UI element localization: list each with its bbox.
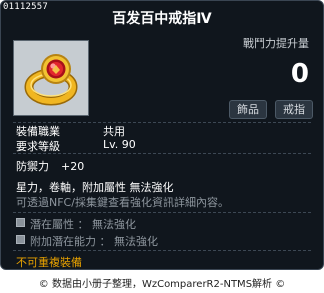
- potential-square-icon: [16, 235, 25, 244]
- divider: [13, 153, 311, 154]
- divider: [13, 212, 311, 213]
- footer-credit: © 数据由小册子整理，WzComparerR2-NTMS解析 ©: [38, 279, 286, 290]
- job-label: 裝備職業: [16, 125, 60, 138]
- gold-ring-red-gem-icon: [24, 54, 78, 106]
- item-tooltip: 01112557 百发百中戒指Ⅳ 戰鬥力提升量 0 飾品 戒指 裝備職業 共用 …: [0, 0, 324, 270]
- combat-power-label: 戰鬥力提升量: [243, 37, 309, 50]
- tag-accessory: 飾品: [229, 100, 267, 119]
- potential-text: 潛在屬性 ： 無法強化: [30, 218, 136, 231]
- defense-stat: 防禦力 +20: [16, 158, 84, 174]
- additional-potential-text: 附加潛在能力 ： 無法強化: [30, 235, 158, 248]
- item-icon-frame: [13, 40, 89, 116]
- combat-power-value: 0: [290, 59, 309, 89]
- enhance-flags: 星力，卷軸，附加屬性 無法強化: [16, 181, 174, 194]
- enhance-note: 可透過NFC/採集鍵查看強化資訊詳細內容。: [16, 196, 229, 209]
- additional-potential-row: 附加潛在能力 ： 無法強化: [16, 233, 158, 249]
- level-value: Lv. 90: [103, 138, 136, 151]
- potential-row: 潛在屬性 ： 無法強化: [16, 216, 136, 232]
- defense-value: +20: [61, 160, 85, 173]
- level-label: 要求等級: [16, 140, 60, 153]
- defense-label: 防禦力: [16, 160, 49, 173]
- item-title: 百发百中戒指Ⅳ: [112, 11, 212, 27]
- job-value: 共用: [103, 125, 125, 138]
- divider: [13, 250, 311, 251]
- potential-square-icon: [16, 218, 25, 227]
- unique-equip-warning: 不可重複裝備: [16, 256, 82, 269]
- tag-ring: 戒指: [275, 100, 313, 119]
